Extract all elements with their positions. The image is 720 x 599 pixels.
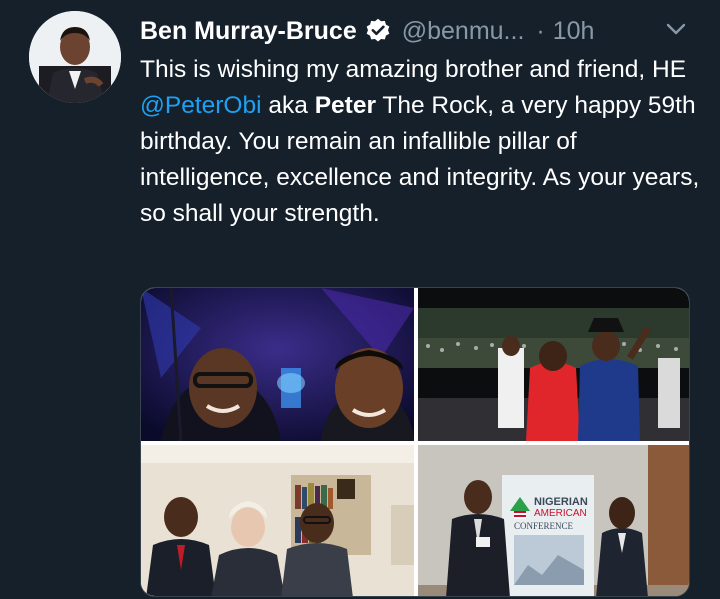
verified-badge-icon	[366, 18, 390, 42]
banner-line1: NIGERIAN	[534, 496, 588, 508]
mention-link[interactable]: @PeterObi	[140, 92, 262, 119]
author-handle[interactable]: @benmu...	[402, 17, 525, 46]
timestamp[interactable]: 10h	[553, 17, 595, 46]
photo-conference[interactable]: NIGERIAN AMERICAN CONFERENCE	[418, 445, 689, 596]
text-segment: This is wishing my amazing brother and f…	[140, 56, 687, 83]
tweet[interactable]: Ben Murray-Bruce @benmu... · 10h This is…	[0, 0, 720, 599]
separator-dot: ·	[536, 16, 545, 45]
chevron-down-icon[interactable]	[664, 20, 688, 40]
photo-stadium-crowd[interactable]	[418, 288, 689, 441]
author-name[interactable]: Ben Murray-Bruce	[140, 17, 357, 46]
tweet-text: This is wishing my amazing brother and f…	[140, 52, 700, 232]
banner-line3: CONFERENCE	[514, 521, 574, 531]
banner-line2: AMERICAN	[534, 508, 587, 519]
text-segment: aka	[261, 92, 315, 119]
tweet-header: Ben Murray-Bruce @benmu... · 10h	[140, 14, 594, 48]
photo-selfie-night[interactable]	[141, 288, 414, 441]
photo-office-group[interactable]	[141, 445, 414, 596]
avatar[interactable]	[29, 11, 121, 103]
bold-text: Peter	[314, 92, 376, 119]
media-grid: NIGERIAN AMERICAN CONFERENCE	[140, 287, 690, 597]
